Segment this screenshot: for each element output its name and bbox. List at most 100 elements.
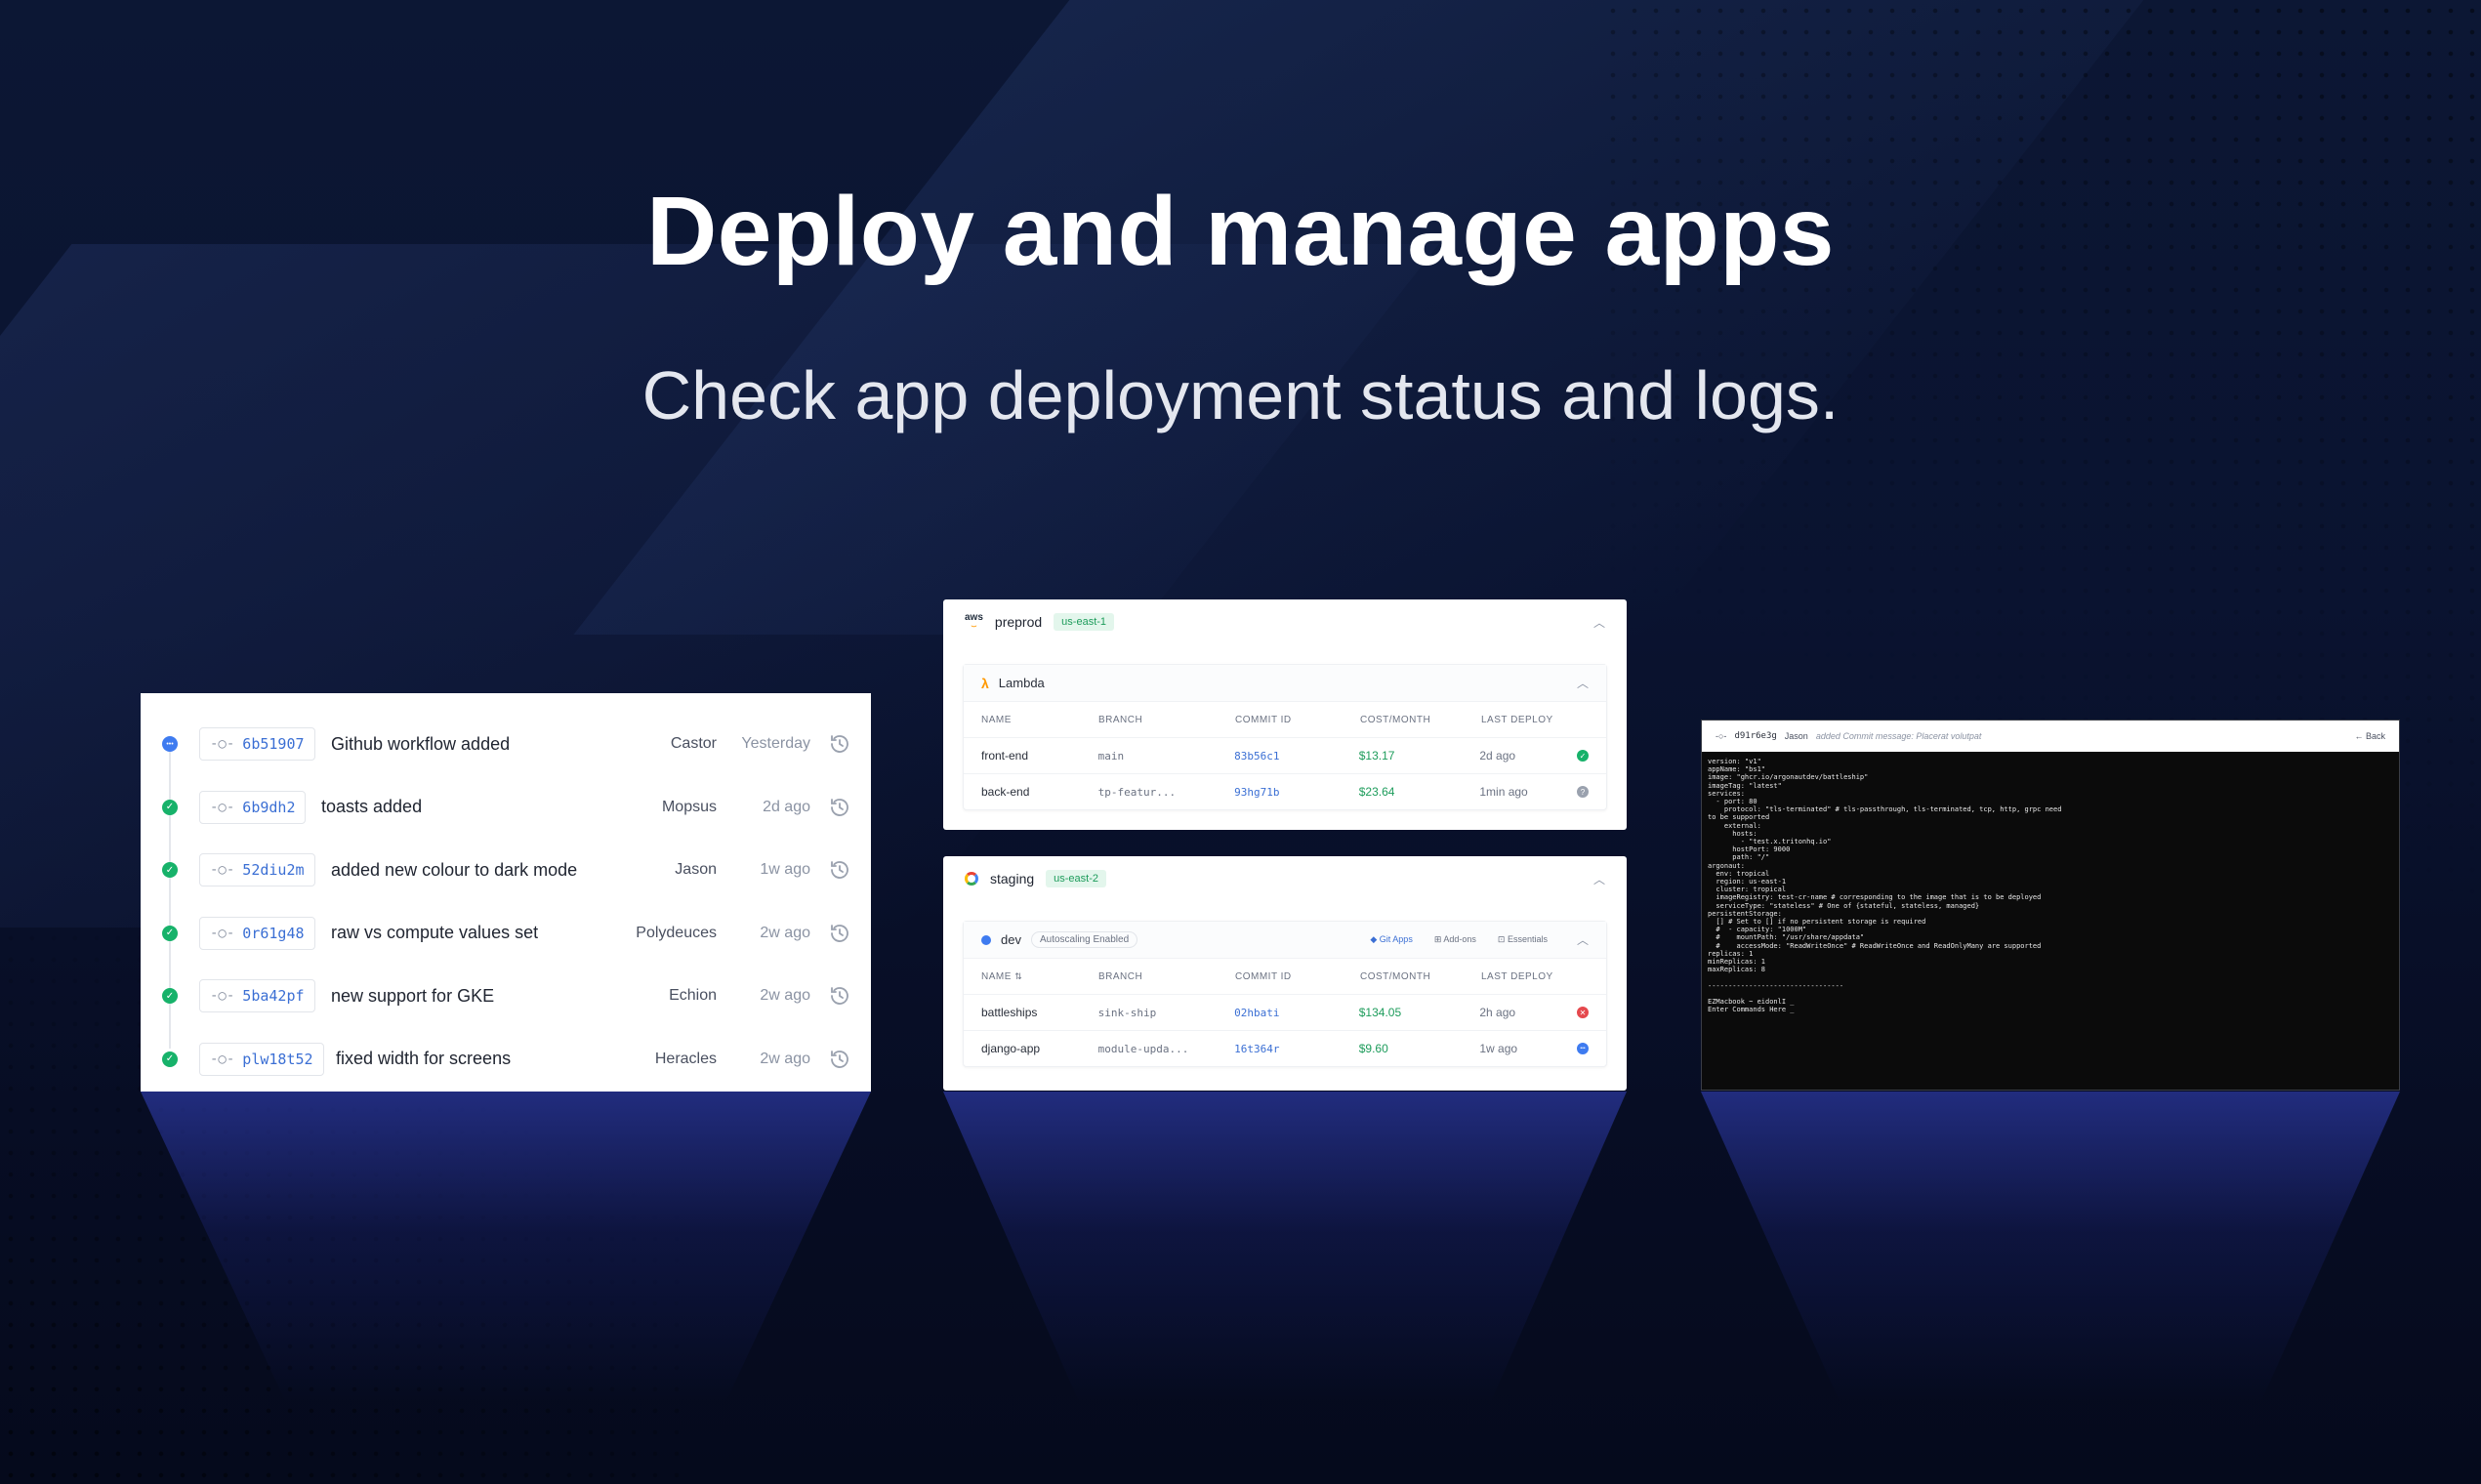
app-row[interactable]: battleships sink-ship 02hbati $134.05 2h ago…	[964, 994, 1606, 1030]
history-icon[interactable]	[828, 732, 851, 756]
terminal-log[interactable]: version: "v1" appName: "bs1" image: "ghc…	[1702, 752, 2399, 1020]
spotlight-beam	[1701, 1092, 2400, 1404]
env-header[interactable]: aws ⌣ preprod us-east-1 ︿	[943, 599, 1627, 644]
autoscaling-badge: Autoscaling Enabled	[1030, 931, 1138, 948]
app-cost: $23.64	[1358, 785, 1395, 799]
history-icon[interactable]	[828, 796, 851, 819]
commit-sha[interactable]: -○- 52diu2m	[199, 853, 315, 886]
app-group-panel: λ Lambda ︿ NAME BRANCH COMMIT ID COST/MO…	[963, 664, 1607, 810]
col-branch: BRANCH	[1098, 970, 1143, 982]
group-links: ◆ Git Apps ⊞ Add-ons ⊡ Essentials	[1370, 934, 1548, 945]
success-check-icon: ✓	[162, 1051, 178, 1067]
commit-sha-text: 5ba42pf	[242, 987, 305, 1005]
app-last-deploy: 1w ago	[1479, 1042, 1518, 1055]
app-group-header[interactable]: λ Lambda ︿	[964, 665, 1606, 702]
essentials-link[interactable]: ⊡ Essentials	[1498, 934, 1548, 945]
deploy-log-terminal: -○- d91r6e3g Jason added Commit message:…	[1701, 720, 2400, 1091]
group-dot-icon	[981, 934, 991, 945]
commit-time: 2w ago	[760, 1050, 810, 1067]
back-button[interactable]: ← Back	[2354, 731, 2385, 741]
commit-sha[interactable]: -○- plw18t52	[199, 1042, 324, 1076]
col-commit: COMMIT ID	[1235, 970, 1292, 982]
history-icon[interactable]	[828, 922, 851, 945]
commit-row[interactable]: ✓ -○- 52diu2m added new colour to dark mode…	[141, 839, 871, 901]
app-last-deploy: 2h ago	[1479, 1006, 1516, 1019]
col-last-deploy: LAST DEPLOY	[1481, 970, 1553, 982]
app-group-name: dev	[1001, 932, 1021, 947]
app-last-deploy: 1min ago	[1479, 785, 1528, 799]
git-apps-link[interactable]: ◆ Git Apps	[1370, 934, 1412, 945]
commit-message: raw vs compute values set	[331, 923, 539, 942]
env-header[interactable]: staging us-east-2 ︿	[943, 856, 1627, 901]
history-icon[interactable]	[828, 1048, 851, 1071]
terminal-commit-note: added Commit message: Placerat volutpat	[1815, 731, 1982, 741]
commit-message: Github workflow added	[331, 733, 511, 754]
commit-author: Polydeuces	[636, 924, 717, 941]
commit-time: 2d ago	[763, 798, 810, 815]
commit-sha[interactable]: -○- 6b9dh2	[199, 790, 307, 824]
chevron-up-icon[interactable]: ︿	[1577, 931, 1589, 948]
app-group-header[interactable]: dev Autoscaling Enabled ◆ Git Apps ⊞ Add…	[964, 922, 1606, 959]
app-branch: main	[1097, 749, 1125, 763]
commit-icon: -○-	[210, 799, 235, 815]
commit-sha[interactable]: -○- 6b51907	[199, 727, 315, 761]
app-commit-id[interactable]: 83b56c1	[1234, 750, 1359, 763]
app-cost: $9.60	[1358, 1042, 1388, 1055]
col-name: NAME	[981, 714, 1012, 725]
app-cost: $134.05	[1358, 1006, 1402, 1019]
history-icon[interactable]	[828, 984, 851, 1008]
app-row[interactable]: back-end tp-featur... 93hg71b $23.64 1min ag…	[964, 773, 1606, 809]
commit-sha[interactable]: -○- 5ba42pf	[199, 979, 315, 1012]
success-check-icon: ✓	[162, 862, 178, 878]
commit-row[interactable]: ✓ -○- 5ba42pf new support for GKE Echion 2w a…	[141, 965, 871, 1027]
spotlight-beam	[141, 1092, 871, 1404]
commit-author: Heracles	[654, 1050, 717, 1067]
app-cost: $13.17	[1358, 749, 1395, 763]
app-last-deploy: 2d ago	[1479, 749, 1516, 763]
commit-message: fixed width for screens	[336, 1049, 512, 1068]
commit-row[interactable]: ✓ -○- 0r61g48 raw vs compute values set Poly…	[141, 902, 871, 965]
commit-row[interactable]: ••• -○- 6b51907 Github workflow added Castor…	[141, 713, 871, 775]
terminal-author: Jason	[1784, 731, 1808, 741]
commit-history-card: ••• -○- 6b51907 Github workflow added Castor…	[141, 693, 871, 1092]
success-check-icon: ✓	[162, 988, 178, 1004]
unknown-status-icon: ?	[1577, 786, 1589, 798]
app-group-panel: dev Autoscaling Enabled ◆ Git Apps ⊞ Add…	[963, 921, 1607, 1067]
commit-sha-text: 52diu2m	[242, 861, 305, 879]
commit-author: Castor	[670, 735, 717, 752]
aws-logo-icon: aws ⌣	[965, 612, 983, 631]
app-branch: tp-featur...	[1097, 785, 1177, 799]
add-ons-link[interactable]: ⊞ Add-ons	[1434, 934, 1476, 945]
commit-message: added new colour to dark mode	[331, 859, 578, 880]
col-name: NAME ⇅	[981, 970, 1023, 982]
env-card-preprod: aws ⌣ preprod us-east-1 ︿ λ Lambda ︿ NAME…	[943, 599, 1627, 830]
commit-row[interactable]: ✓ -○- plw18t52 fixed width for screens Herac…	[141, 1028, 871, 1091]
app-commit-id[interactable]: 16t364r	[1234, 1043, 1359, 1055]
col-last-deploy: LAST DEPLOY	[1481, 714, 1553, 725]
commit-message: toasts added	[321, 797, 423, 816]
app-commit-id[interactable]: 93hg71b	[1234, 786, 1359, 799]
app-row[interactable]: django-app module-upda... 16t364r $9.60 1w a…	[964, 1030, 1606, 1066]
app-commit-id[interactable]: 02hbati	[1234, 1007, 1359, 1019]
running-status-icon: •••	[162, 736, 178, 752]
commit-row[interactable]: ✓ -○- 6b9dh2 toasts added Mopsus 2d ago	[141, 776, 871, 839]
commit-author: Mopsus	[661, 798, 717, 815]
env-name: preprod	[994, 614, 1043, 630]
chevron-up-icon[interactable]: ︿	[1593, 614, 1605, 631]
commit-icon: -○-	[210, 925, 235, 941]
commit-icon: -○-	[210, 736, 235, 752]
env-card-staging: staging us-east-2 ︿ dev Autoscaling Enab…	[943, 856, 1627, 1091]
success-check-icon: ✓	[162, 925, 178, 941]
history-icon[interactable]	[828, 858, 851, 882]
spotlight-beam	[943, 1092, 1627, 1404]
col-commit: COMMIT ID	[1235, 714, 1292, 725]
chevron-up-icon[interactable]: ︿	[1593, 871, 1605, 887]
region-badge: us-east-1	[1054, 613, 1115, 631]
app-branch: module-upda...	[1097, 1042, 1189, 1055]
app-row[interactable]: front-end main 83b56c1 $13.17 2d ago ✓	[964, 737, 1606, 773]
table-header: NAME BRANCH COMMIT ID COST/MONTH LAST DE…	[964, 702, 1606, 737]
commit-sha[interactable]: -○- 0r61g48	[199, 916, 315, 950]
chevron-up-icon[interactable]: ︿	[1577, 675, 1589, 691]
app-group-name: Lambda	[998, 676, 1045, 690]
commit-icon: -○-	[210, 1051, 235, 1067]
